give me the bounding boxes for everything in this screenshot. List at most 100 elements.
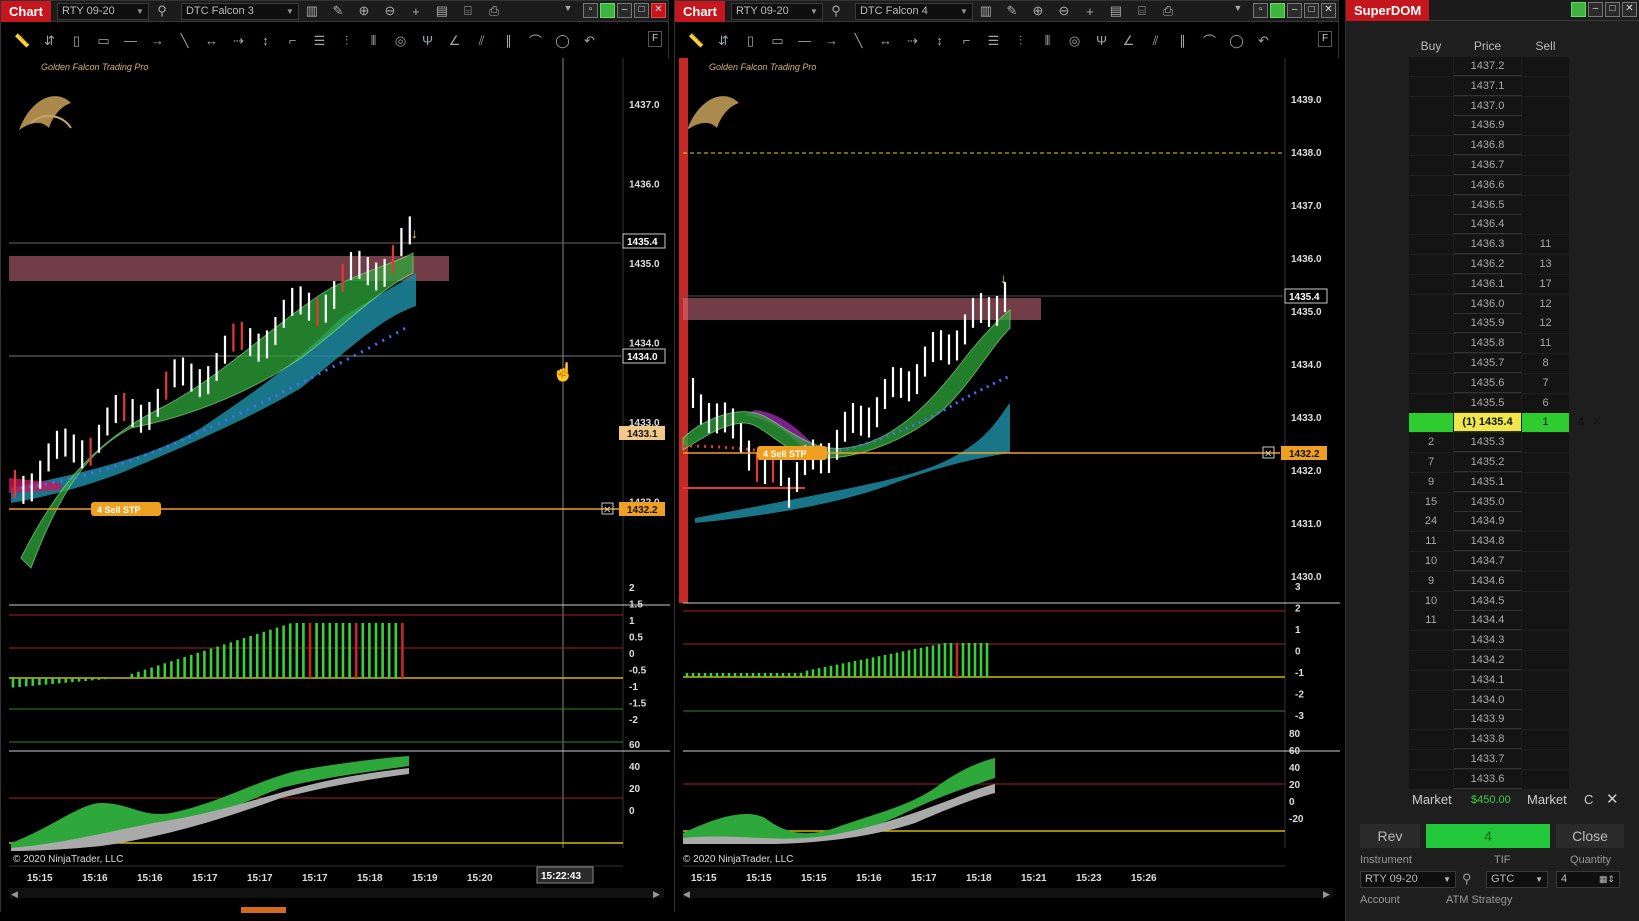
ladder-row[interactable]: 1436.6	[1409, 175, 1573, 196]
buy-cell[interactable]: 2	[1409, 433, 1453, 453]
buy-cell[interactable]: 10	[1409, 551, 1453, 571]
ladder-row[interactable]: 15 1435.0	[1409, 492, 1573, 513]
line-icon[interactable]: ╲	[845, 33, 872, 49]
ray-icon[interactable]: →	[818, 33, 845, 48]
ladder-row[interactable]: 11 1434.4	[1409, 611, 1573, 631]
ladder-row[interactable]: 10 1434.5	[1409, 591, 1573, 612]
buy-cell[interactable]	[1409, 195, 1453, 215]
buy-cell[interactable]	[1409, 373, 1453, 393]
ladder-row[interactable]: 9 1434.6	[1409, 571, 1573, 592]
buy-cell[interactable]	[1409, 274, 1453, 294]
right-chart-canvas[interactable]: Golden Falcon Trading Pro 4 Sell STP ✕ ↓…	[675, 58, 1340, 913]
close-icon[interactable]: ✕	[1622, 2, 1637, 17]
buy-cell[interactable]	[1409, 393, 1453, 413]
extended-line-icon[interactable]: ↔	[872, 33, 899, 48]
stepper-icon[interactable]: ▦⇕	[1599, 872, 1615, 887]
ladder-row[interactable]: 1437.0	[1409, 96, 1573, 117]
instrument-selector[interactable]: RTY 09-20 ▼	[730, 2, 823, 20]
sell-cell[interactable]	[1522, 215, 1569, 235]
crosshair-icon[interactable]: +	[1083, 4, 1097, 19]
buy-cell[interactable]	[1409, 631, 1453, 651]
ladder-row[interactable]: 1433.8	[1409, 730, 1573, 750]
buy-cell[interactable]	[1409, 670, 1453, 690]
sell-cell[interactable]	[1522, 551, 1569, 571]
horizontal-line-icon[interactable]: —	[791, 33, 818, 48]
sell-cell[interactable]	[1522, 96, 1569, 116]
ladder-row[interactable]: 2 1435.3	[1409, 433, 1573, 453]
buy-cell[interactable]	[1409, 155, 1453, 175]
gann-fan-icon[interactable]: ∠	[1115, 33, 1142, 49]
sell-cell[interactable]: 11	[1522, 334, 1569, 354]
tile-icon[interactable]: ▫	[583, 3, 598, 18]
minimize-icon[interactable]: –	[617, 3, 632, 18]
vertical-line-icon[interactable]: ↕	[926, 33, 953, 48]
scroll-right-icon[interactable]: ▶	[653, 889, 660, 899]
scrollbar[interactable]	[683, 888, 1333, 898]
undo-icon[interactable]: ↶	[576, 33, 603, 49]
fib-retracement-icon[interactable]: ☰	[306, 33, 333, 49]
pencil-icon[interactable]: ✎	[331, 3, 345, 19]
ladder-row[interactable]: 1437.1	[1409, 76, 1573, 97]
arrow-line-icon[interactable]: ⇢	[899, 33, 926, 49]
ladder-row[interactable]: 1433.7	[1409, 749, 1573, 770]
scroll-left-icon[interactable]: ◀	[683, 889, 690, 899]
pitchfork-icon[interactable]: Ψ	[1088, 33, 1115, 48]
bar-type-icon[interactable]: ▥	[305, 3, 319, 19]
sell-cell[interactable]	[1522, 136, 1569, 156]
sell-cell[interactable]	[1522, 571, 1569, 591]
instrument-selector[interactable]: RTY 09-20 ▼	[56, 2, 149, 20]
ladder-row[interactable]: 1433.9	[1409, 710, 1573, 730]
arrow-line-icon[interactable]: ⇢	[225, 33, 252, 49]
zoom-in-icon[interactable]: ⊕	[1031, 3, 1045, 19]
snapshot-icon[interactable]: ⎙	[1161, 3, 1175, 19]
tile-icon[interactable]: ▫	[1253, 3, 1268, 18]
instrument-selector[interactable]: RTY 09-20 ▼	[1360, 871, 1456, 888]
scroll-right-icon[interactable]: ▶	[1323, 889, 1330, 899]
arc-icon[interactable]: ⌒	[1196, 31, 1223, 50]
ruler-icon[interactable]: 📏	[9, 33, 36, 49]
horizontal-line-icon[interactable]: —	[117, 33, 144, 48]
search-icon[interactable]: ⚲	[829, 3, 843, 19]
snapshot-icon[interactable]: ⎙	[487, 3, 501, 19]
parallel-channel-icon[interactable]: ∥	[495, 33, 522, 49]
ladder-row[interactable]: 1436.9	[1409, 116, 1573, 136]
zoom-in-icon[interactable]: ⊕	[357, 3, 371, 19]
region-icon[interactable]: ▯	[737, 33, 764, 49]
buy-cell[interactable]: 7	[1409, 452, 1453, 472]
sell-cell[interactable]	[1522, 749, 1569, 769]
ladder-row[interactable]: 24 1434.9	[1409, 512, 1573, 532]
price-ladder[interactable]: 1437.2 1437.1 1437.0 1436.9 1436.8 1436.7 1436…	[1409, 57, 1602, 789]
buy-cell[interactable]	[1409, 254, 1453, 274]
zoom-out-icon[interactable]: ⊖	[383, 3, 397, 19]
ladder-row[interactable]: 1436.2 13	[1409, 254, 1573, 275]
ladder-row[interactable]: 1436.1 17	[1409, 274, 1573, 295]
tif-selector[interactable]: GTC ▼	[1486, 871, 1548, 888]
time-cycles-icon[interactable]: ⦀	[360, 33, 387, 49]
buy-cell[interactable]	[1409, 690, 1453, 710]
buy-cell[interactable]: 9	[1409, 472, 1453, 492]
ladder-row[interactable]: 1435.9 12	[1409, 314, 1573, 334]
buy-cell[interactable]	[1409, 235, 1453, 255]
sell-cell[interactable]	[1522, 611, 1569, 631]
link-color-icon[interactable]	[600, 3, 615, 18]
buy-cell[interactable]: 10	[1409, 591, 1453, 611]
reverse-button[interactable]: Rev	[1360, 824, 1420, 848]
ladder-row[interactable]: 11 1434.8	[1409, 532, 1573, 552]
buy-cell[interactable]: 11	[1409, 532, 1453, 552]
sell-cell[interactable]: 7	[1522, 373, 1569, 393]
sell-cell[interactable]	[1522, 195, 1569, 215]
ruler-icon[interactable]: 📏	[683, 33, 710, 49]
sell-cell[interactable]	[1522, 472, 1569, 492]
dropdown-icon[interactable]: ▼	[561, 3, 575, 18]
ladder-row[interactable]: 9 1435.1	[1409, 472, 1573, 493]
buy-cell[interactable]	[1409, 749, 1453, 769]
ladder-row[interactable]: 1436.8	[1409, 136, 1573, 156]
maximize-icon[interactable]: □	[634, 3, 649, 18]
arc-icon[interactable]: ⌒	[522, 31, 549, 50]
sell-cell[interactable]: 8	[1522, 353, 1569, 373]
scrollbar[interactable]	[9, 888, 664, 898]
channel-icon[interactable]: ⫽	[1142, 33, 1169, 49]
sell-cell[interactable]	[1522, 76, 1569, 96]
properties-icon[interactable]: ▤	[1109, 3, 1123, 19]
sell-cell[interactable]: 12	[1522, 294, 1569, 314]
